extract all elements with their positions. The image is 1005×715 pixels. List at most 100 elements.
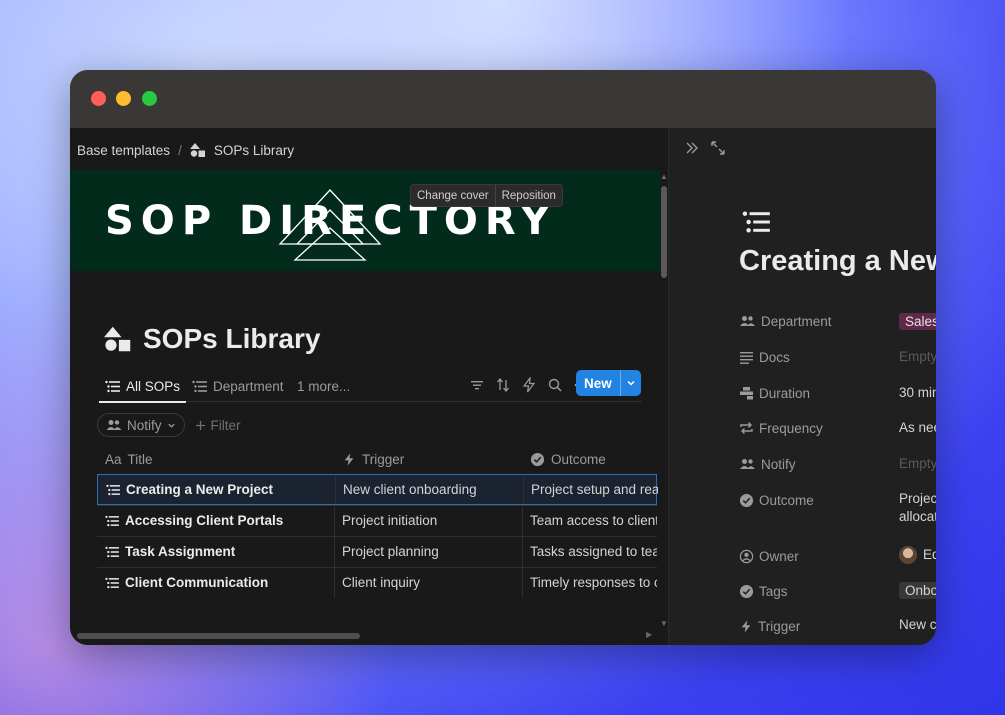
row-title-cell[interactable]: Task Assignment	[105, 544, 333, 559]
row-trigger-cell[interactable]: Client inquiry	[342, 575, 522, 590]
onboarding-tag: Onbo	[899, 582, 936, 599]
new-button[interactable]: New	[576, 370, 641, 396]
property-value-owner[interactable]: Ed	[899, 546, 936, 565]
property-frequency[interactable]: Frequency	[739, 418, 823, 438]
lightning-icon	[342, 452, 356, 467]
row-trigger-cell[interactable]: Project initiation	[342, 513, 522, 528]
sales-tag: Sales	[899, 313, 936, 330]
table-row[interactable]: Task Assignment Project planning Tasks ass…	[97, 536, 657, 567]
row-title-cell[interactable]: Accessing Client Portals	[105, 513, 333, 528]
more-views-label: 1 more...	[297, 378, 351, 394]
scroll-right-icon[interactable]: ▶	[646, 631, 652, 639]
row-outcome-cell[interactable]: Timely responses to cl	[530, 575, 657, 590]
view-toolbar	[469, 377, 589, 393]
row-title-cell[interactable]: Creating a New Project	[106, 482, 334, 497]
property-department[interactable]: Department	[739, 311, 832, 331]
property-value-trigger[interactable]: New c	[899, 616, 936, 634]
table-row[interactable]: Client Communication Client inquiry Timely…	[97, 567, 657, 598]
column-divider	[522, 506, 523, 536]
property-value-department[interactable]: Sales	[899, 313, 936, 331]
row-outcome-cell[interactable]: Tasks assigned to team	[530, 544, 657, 559]
property-docs[interactable]: Docs	[739, 347, 790, 367]
property-value-outcome[interactable]: Project allocat	[899, 490, 936, 526]
property-label: Notify	[761, 456, 796, 472]
lightning-icon	[739, 619, 753, 634]
scroll-up-icon[interactable]: ▲	[660, 173, 668, 181]
column-header-outcome[interactable]: Outcome	[530, 452, 606, 467]
close-window-button[interactable]	[91, 91, 106, 106]
property-label: Trigger	[758, 618, 801, 634]
add-filter-label: Filter	[210, 417, 241, 433]
property-owner[interactable]: Owner	[739, 546, 799, 566]
change-cover-button[interactable]: Change cover	[411, 185, 495, 206]
row-title: Task Assignment	[125, 544, 236, 559]
filter-icon[interactable]	[469, 377, 485, 393]
vertical-scroll-thumb[interactable]	[661, 186, 667, 278]
reposition-button[interactable]: Reposition	[494, 185, 562, 206]
check-circle-icon	[739, 493, 754, 508]
property-notify[interactable]: Notify	[739, 454, 796, 474]
column-divider	[334, 568, 335, 598]
breadcrumb-parent[interactable]: Base templates	[77, 143, 170, 158]
check-circle-icon	[739, 584, 754, 599]
chevron-down-icon	[167, 421, 176, 430]
property-value-frequency[interactable]: As need	[899, 419, 936, 437]
owner-name: Ed	[923, 547, 936, 562]
table-row[interactable]: Creating a New Project New client onboard…	[97, 474, 658, 505]
search-icon[interactable]	[547, 377, 563, 393]
breadcrumb: Base templates / SOPs Library	[77, 140, 294, 160]
scroll-down-icon[interactable]: ▼	[660, 620, 668, 628]
property-tags[interactable]: Tags	[739, 581, 788, 601]
row-title-cell[interactable]: Client Communication	[105, 575, 333, 590]
row-outcome-cell[interactable]: Team access to client	[530, 513, 657, 528]
column-header-label: Trigger	[362, 452, 405, 467]
property-label: Tags	[759, 583, 788, 599]
preview-page-title[interactable]: Creating a New Project	[739, 245, 936, 278]
row-trigger-cell[interactable]: New client onboarding	[343, 482, 523, 497]
property-value-tags[interactable]: Onbo	[899, 582, 936, 600]
maximize-window-button[interactable]	[142, 91, 157, 106]
property-value-duration[interactable]: 30 min	[899, 384, 936, 402]
table-header: Aa Title Trigger Outcome	[97, 446, 657, 474]
more-views-button[interactable]: 1 more...	[297, 375, 350, 397]
chevron-down-icon[interactable]	[620, 370, 641, 396]
property-label: Docs	[759, 349, 790, 365]
check-circle-icon	[530, 452, 545, 467]
double-chevron-right-icon[interactable]	[684, 140, 700, 156]
minimize-window-button[interactable]	[116, 91, 131, 106]
column-divider	[523, 475, 524, 504]
add-filter-button[interactable]: Filter	[195, 418, 241, 433]
outcome-line-1: Project	[899, 491, 936, 506]
page-cover: SOP DIRECTORY Change cover Reposition	[70, 170, 660, 271]
app-window: Base templates / SOPs Library SOP DIRECT…	[70, 70, 936, 645]
vertical-scrollbar[interactable]: ▲ ▼	[660, 170, 668, 630]
notify-filter-label: Notify	[127, 417, 162, 433]
property-value-docs[interactable]: Empty	[899, 348, 936, 366]
repeat-icon	[739, 421, 754, 435]
property-trigger[interactable]: Trigger	[739, 616, 800, 636]
view-tabs: All SOPs Department 1 more... New	[97, 370, 642, 403]
lightning-icon[interactable]	[521, 377, 537, 393]
table-row[interactable]: Accessing Client Portals Project initiati…	[97, 505, 657, 536]
row-trigger-cell[interactable]: Project planning	[342, 544, 522, 559]
property-duration[interactable]: Duration	[739, 383, 810, 403]
row-title: Accessing Client Portals	[125, 513, 284, 528]
tab-department[interactable]: Department	[192, 375, 284, 397]
notify-filter-pill[interactable]: Notify	[97, 413, 185, 437]
horizontal-scroll-thumb[interactable]	[77, 633, 360, 639]
column-divider	[522, 568, 523, 598]
sort-icon[interactable]	[495, 377, 511, 393]
tab-all-sops[interactable]: All SOPs	[98, 375, 187, 403]
breadcrumb-separator: /	[178, 142, 182, 158]
lines-icon	[739, 351, 754, 364]
column-divider	[334, 506, 335, 536]
property-outcome[interactable]: Outcome	[739, 490, 814, 510]
expand-icon[interactable]	[710, 140, 726, 156]
page-title-text: SOPs Library	[143, 323, 321, 354]
property-value-notify[interactable]: Empty	[899, 455, 936, 473]
breadcrumb-current[interactable]: SOPs Library	[214, 143, 294, 158]
column-header-trigger[interactable]: Trigger	[342, 452, 404, 467]
row-outcome-cell[interactable]: Project setup and read	[531, 482, 658, 497]
column-header-title[interactable]: Aa Title	[105, 452, 153, 467]
horizontal-scrollbar[interactable]: ▶	[70, 630, 660, 640]
